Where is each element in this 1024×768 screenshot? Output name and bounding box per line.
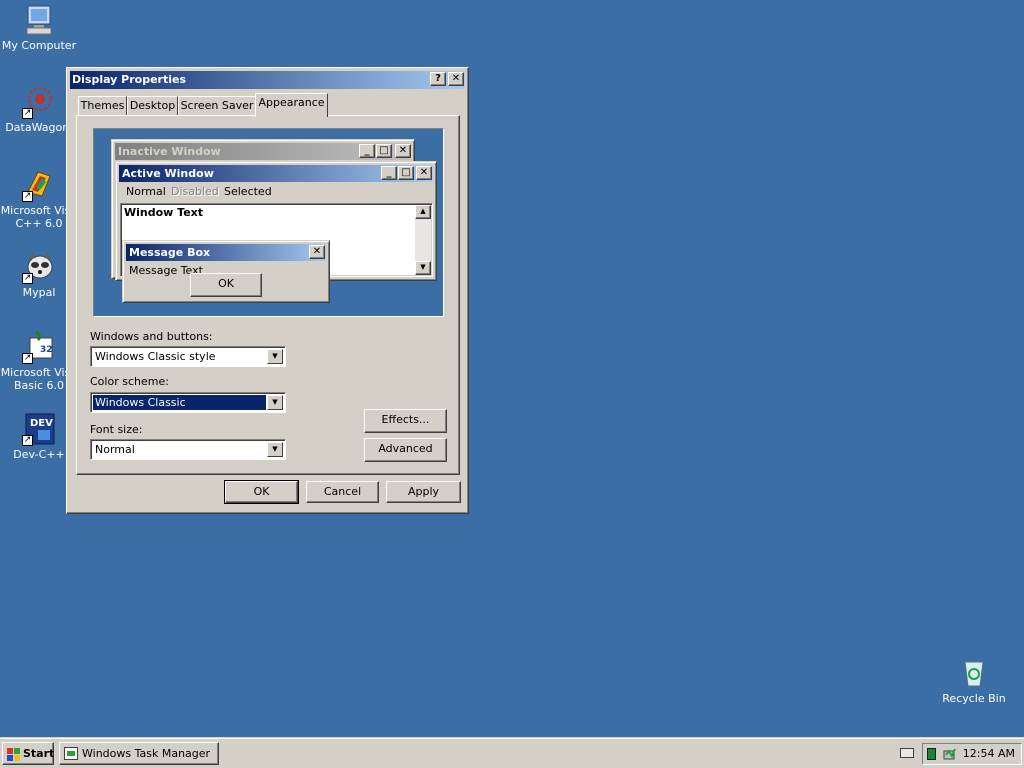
- shortcut-arrow-icon: ↗: [22, 108, 33, 119]
- chevron-down-icon[interactable]: ▼: [267, 349, 283, 364]
- svg-text:32: 32: [40, 345, 53, 355]
- shortcut-arrow-icon: ↗: [22, 191, 33, 202]
- help-button[interactable]: ?: [430, 72, 446, 86]
- task-manager-icon: [64, 747, 78, 760]
- chevron-down-icon[interactable]: ▼: [267, 442, 283, 457]
- computer-icon: [22, 3, 56, 37]
- task-manager-label: Windows Task Manager: [82, 747, 211, 760]
- menu-selected: Selected: [224, 185, 272, 198]
- font-size-select[interactable]: Normal ▼: [90, 439, 286, 460]
- desktop-icon-recycle-bin[interactable]: Recycle Bin: [935, 656, 1013, 705]
- preview-message-box: Message Box ✕ Message Text OK: [122, 240, 330, 303]
- shortcut-arrow-icon: ↗: [22, 435, 33, 446]
- window-text: Window Text: [124, 206, 204, 219]
- windows-buttons-label: Windows and buttons:: [90, 330, 213, 343]
- network-icon[interactable]: [927, 748, 936, 760]
- shortcut-arrow-icon: ↗: [22, 273, 33, 284]
- dialog-titlebar[interactable]: Display Properties ? ✕: [70, 71, 465, 89]
- system-tray: 12:54 AM: [922, 743, 1022, 765]
- maximize-icon: □: [376, 144, 392, 158]
- start-label: Start: [23, 747, 55, 760]
- task-manager-tray-icon[interactable]: [943, 747, 957, 761]
- desktop-icon-my-computer[interactable]: My Computer: [0, 3, 78, 52]
- msgbox-titlebar: Message Box: [126, 244, 326, 261]
- taskbar-item-task-manager[interactable]: Windows Task Manager: [59, 742, 219, 765]
- desktop-icon-label: My Computer: [1, 39, 77, 52]
- visual-basic-icon: 32 ↗: [22, 330, 56, 364]
- desktop-icon-label: Recycle Bin: [942, 692, 1006, 705]
- color-scheme-value: Windows Classic: [92, 394, 267, 411]
- recycle-bin-icon: [957, 656, 991, 690]
- close-icon: ✕: [416, 166, 432, 180]
- advanced-button[interactable]: Advanced: [364, 438, 447, 462]
- maximize-icon: □: [398, 166, 414, 180]
- tab-themes[interactable]: Themes: [78, 96, 127, 116]
- minimize-icon: _: [359, 144, 375, 158]
- scroll-down-icon: ▼: [415, 261, 431, 275]
- menu-normal: Normal: [126, 185, 166, 198]
- raccoon-icon: ↗: [22, 250, 56, 284]
- cancel-button[interactable]: Cancel: [306, 481, 379, 503]
- datawagon-icon: ↗: [22, 85, 56, 119]
- windows-buttons-select[interactable]: Windows Classic style ▼: [90, 346, 286, 367]
- svg-text:DEV: DEV: [30, 418, 53, 429]
- shortcut-arrow-icon: ↗: [22, 353, 33, 364]
- preview-ok-button: OK: [190, 273, 262, 297]
- font-size-value: Normal: [95, 443, 135, 456]
- minimize-icon: _: [381, 166, 397, 180]
- windows-buttons-value: Windows Classic style: [95, 350, 216, 363]
- menu-disabled: Disabled: [171, 185, 219, 198]
- msgbox-title: Message Box: [129, 246, 211, 259]
- ok-button[interactable]: OK: [224, 480, 299, 504]
- tab-desktop[interactable]: Desktop: [127, 96, 178, 116]
- font-size-label: Font size:: [90, 423, 143, 436]
- close-icon: ✕: [395, 144, 411, 158]
- tab-appearance[interactable]: Appearance: [255, 93, 328, 117]
- effects-button[interactable]: Effects...: [364, 409, 447, 433]
- chevron-down-icon[interactable]: ▼: [267, 395, 283, 410]
- clock[interactable]: 12:54 AM: [963, 747, 1015, 760]
- taskbar: Start Windows Task Manager 12:54 AM: [0, 738, 1024, 768]
- dev-cpp-icon: DEV ↗: [22, 412, 56, 446]
- apply-button[interactable]: Apply: [386, 481, 461, 503]
- dialog-title: Display Properties: [72, 73, 187, 86]
- active-window-title: Active Window: [122, 167, 214, 180]
- start-button[interactable]: Start: [2, 742, 54, 765]
- scroll-up-icon: ▲: [415, 205, 431, 219]
- tab-screen-saver[interactable]: Screen Saver: [178, 96, 256, 116]
- visual-cpp-icon: ↗: [22, 168, 56, 202]
- keyboard-icon[interactable]: [900, 748, 914, 758]
- inactive-window-title: Inactive Window: [118, 145, 221, 158]
- close-icon: ✕: [309, 245, 325, 259]
- color-scheme-label: Color scheme:: [90, 375, 169, 388]
- color-scheme-select[interactable]: Windows Classic ▼: [90, 392, 286, 413]
- close-button[interactable]: ✕: [448, 72, 464, 86]
- windows-logo-icon: [7, 747, 21, 761]
